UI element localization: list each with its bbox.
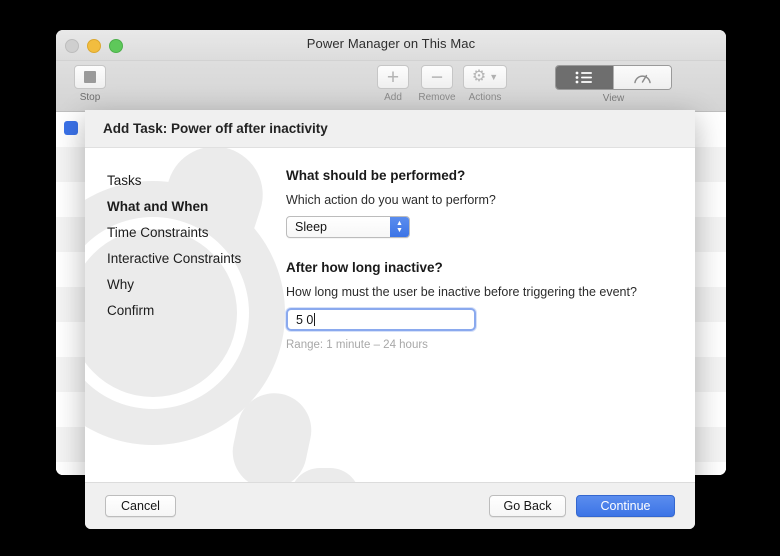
plus-icon: + bbox=[377, 65, 409, 89]
text-cursor bbox=[314, 313, 315, 326]
inactivity-section-question: How long must the user be inactive befor… bbox=[286, 285, 679, 299]
action-section-question: Which action do you want to perform? bbox=[286, 193, 679, 207]
view-control-label: View bbox=[555, 93, 672, 104]
sheet-title: Add Task: Power off after inactivity bbox=[103, 121, 328, 136]
go-back-button[interactable]: Go Back bbox=[489, 495, 566, 517]
sidebar-item-why[interactable]: Why bbox=[107, 272, 302, 298]
sidebar-item-confirm[interactable]: Confirm bbox=[107, 298, 302, 324]
sheet-nav: Tasks What and When Time Constraints Int… bbox=[107, 168, 302, 324]
sidebar-item-what-and-when[interactable]: What and When bbox=[107, 194, 302, 220]
toolbar: Stop + Add − Remove ⚙▼ Actions bbox=[56, 61, 726, 112]
inactivity-range-hint: Range: 1 minute – 24 hours bbox=[286, 339, 679, 351]
window-titlebar: Power Manager on This Mac bbox=[56, 30, 726, 61]
view-segmented-control[interactable] bbox=[555, 65, 672, 90]
actions-button-label: Actions bbox=[454, 92, 516, 103]
chevron-down-icon: ▼ bbox=[489, 72, 498, 82]
action-popup-button[interactable]: Sleep ▲▼ bbox=[286, 216, 410, 238]
action-popup-value: Sleep bbox=[287, 220, 327, 234]
sidebar-item-tasks[interactable]: Tasks bbox=[107, 168, 302, 194]
cancel-button[interactable]: Cancel bbox=[105, 495, 176, 517]
chevron-updown-icon[interactable]: ▲▼ bbox=[390, 217, 409, 237]
list-view-icon[interactable] bbox=[556, 66, 613, 89]
window-title: Power Manager on This Mac bbox=[56, 36, 726, 51]
gauge-view-icon[interactable] bbox=[614, 66, 671, 89]
action-section-heading: What should be performed? bbox=[286, 168, 679, 183]
stop-square-icon bbox=[74, 65, 106, 89]
actions-button[interactable]: ⚙▼ Actions bbox=[454, 65, 516, 103]
sheet-body: Tasks What and When Time Constraints Int… bbox=[85, 148, 695, 482]
add-task-sheet: Add Task: Power off after inactivity Tas… bbox=[85, 110, 695, 529]
minus-icon: − bbox=[421, 65, 453, 89]
inactivity-duration-input[interactable]: 5 0 bbox=[286, 308, 476, 331]
sheet-header: Add Task: Power off after inactivity bbox=[85, 110, 695, 148]
sheet-footer: Cancel Go Back Continue bbox=[85, 482, 695, 529]
sidebar-item-interactive-constraints[interactable]: Interactive Constraints bbox=[107, 246, 302, 272]
gear-icon: ⚙▼ bbox=[463, 65, 507, 89]
inactivity-section-heading: After how long inactive? bbox=[286, 260, 679, 275]
continue-button[interactable]: Continue bbox=[576, 495, 675, 517]
sheet-main-pane: What should be performed? Which action d… bbox=[286, 168, 679, 351]
inactivity-duration-value: 5 0 bbox=[296, 313, 313, 327]
stop-button-label: Stop bbox=[62, 92, 118, 103]
task-status-icon bbox=[64, 121, 78, 135]
stop-button[interactable]: Stop bbox=[62, 65, 118, 103]
sidebar-item-time-constraints[interactable]: Time Constraints bbox=[107, 220, 302, 246]
screen: Power Manager on This Mac Stop + Add − bbox=[0, 0, 780, 556]
